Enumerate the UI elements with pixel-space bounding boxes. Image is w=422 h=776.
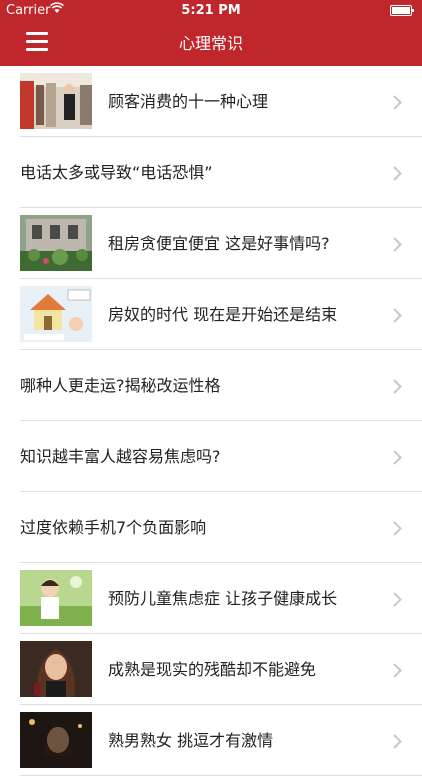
list-item[interactable]: 成熟是现实的残酷却不能避免 xyxy=(0,634,422,705)
article-thumbnail xyxy=(20,641,92,697)
chevron-right-icon xyxy=(393,450,402,465)
article-list: 顾客消费的十一种心理 电话太多或导致“电话恐惧” 租房贪便宜便宜 这是好事情吗? xyxy=(0,66,422,776)
clock: 5:21 PM xyxy=(181,3,241,18)
article-thumbnail xyxy=(20,286,92,342)
chevron-right-icon xyxy=(393,308,402,323)
chevron-right-icon xyxy=(393,95,402,110)
chevron-right-icon xyxy=(393,237,402,252)
item-title: 租房贪便宜便宜 这是好事情吗? xyxy=(108,234,330,253)
item-title: 预防儿童焦虑症 让孩子健康成长 xyxy=(108,589,338,608)
item-title: 顾客消费的十一种心理 xyxy=(108,92,269,111)
item-title: 电话太多或导致“电话恐惧” xyxy=(20,163,213,182)
list-item[interactable]: 熟男熟女 挑逗才有激情 xyxy=(0,705,422,776)
top-bar: Carrier 5:21 PM 心理常识 xyxy=(0,0,422,66)
list-item[interactable]: 预防儿童焦虑症 让孩子健康成长 xyxy=(0,563,422,634)
chevron-right-icon xyxy=(393,379,402,394)
item-title: 成熟是现实的残酷却不能避免 xyxy=(108,660,317,679)
article-thumbnail xyxy=(20,570,92,626)
article-thumbnail xyxy=(20,712,92,768)
list-item[interactable]: 过度依赖手机7个负面影响 xyxy=(0,492,422,563)
article-thumbnail xyxy=(20,73,92,129)
chevron-right-icon xyxy=(393,663,402,678)
item-title: 房奴的时代 现在是开始还是结束 xyxy=(108,305,338,324)
item-title: 熟男熟女 挑逗才有激情 xyxy=(108,731,274,750)
item-title: 知识越丰富人越容易焦虑吗? xyxy=(20,447,221,466)
list-item[interactable]: 房奴的时代 现在是开始还是结束 xyxy=(0,279,422,350)
list-item[interactable]: 顾客消费的十一种心理 xyxy=(0,66,422,137)
status-bar: Carrier 5:21 PM xyxy=(0,0,422,22)
page-title: 心理常识 xyxy=(178,34,243,53)
chevron-right-icon xyxy=(393,166,402,181)
chevron-right-icon xyxy=(393,592,402,607)
chevron-right-icon xyxy=(393,521,402,536)
list-item[interactable]: 哪种人更走运?揭秘改运性格 xyxy=(0,350,422,421)
battery-icon xyxy=(390,5,414,16)
list-item[interactable]: 知识越丰富人越容易焦虑吗? xyxy=(0,421,422,492)
list-item[interactable]: 电话太多或导致“电话恐惧” xyxy=(0,137,422,208)
chevron-right-icon xyxy=(393,734,402,749)
list-item[interactable]: 租房贪便宜便宜 这是好事情吗? xyxy=(0,208,422,279)
item-title: 哪种人更走运?揭秘改运性格 xyxy=(20,376,221,395)
article-thumbnail xyxy=(20,215,92,271)
item-title: 过度依赖手机7个负面影响 xyxy=(20,518,207,537)
navigation-bar: 心理常识 xyxy=(0,22,422,66)
